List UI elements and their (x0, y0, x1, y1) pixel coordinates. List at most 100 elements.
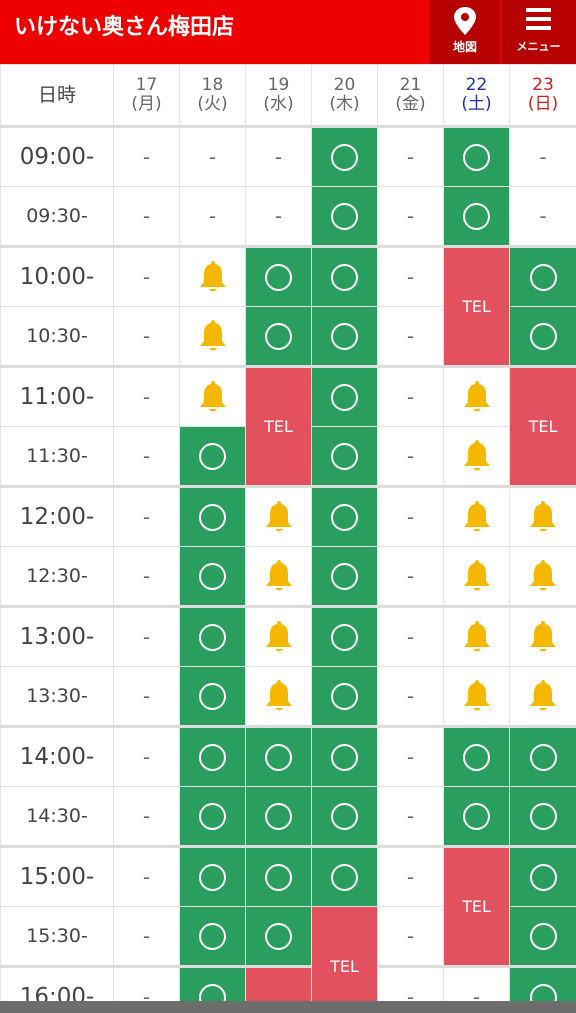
time-label: 09:30- (0, 186, 114, 247)
unavailable-dash: - (406, 385, 415, 409)
slot-available[interactable] (509, 306, 576, 367)
slot-available[interactable] (311, 786, 378, 847)
unavailable-dash: - (274, 145, 283, 169)
unavailable-dash: - (142, 324, 151, 348)
map-button[interactable]: 地図 (430, 0, 500, 64)
slot-unavailable: - (113, 125, 180, 187)
day-weekday: (土) (461, 94, 492, 114)
slot-available[interactable] (443, 786, 510, 847)
slot-available[interactable] (311, 186, 378, 247)
slot-available[interactable] (179, 965, 246, 1001)
slot-available[interactable] (311, 306, 378, 367)
bell-icon (265, 680, 292, 711)
slot-unavailable: - (113, 725, 180, 787)
slot-unavailable: - (377, 786, 444, 847)
slot-available[interactable] (311, 365, 378, 427)
slot-available[interactable] (245, 906, 312, 967)
slot-inquire[interactable] (443, 666, 510, 727)
available-circle-icon (463, 802, 490, 830)
slot-tel[interactable]: TEL (311, 906, 378, 1001)
time-label: 15:00- (0, 845, 114, 907)
slot-available[interactable] (509, 845, 576, 907)
slot-available[interactable] (311, 245, 378, 307)
unavailable-dash: - (208, 145, 217, 169)
slot-inquire[interactable] (509, 666, 576, 727)
slot-unavailable: - (377, 605, 444, 667)
slot-available[interactable] (311, 485, 378, 547)
slot-available[interactable] (311, 426, 378, 487)
slot-tel[interactable]: TEL (443, 245, 510, 367)
slot-available[interactable] (245, 306, 312, 367)
slot-available[interactable] (443, 125, 510, 187)
slot-available[interactable] (179, 426, 246, 487)
time-label: 12:30- (0, 546, 114, 607)
slot-unavailable: - (509, 125, 576, 187)
slot-inquire[interactable] (179, 306, 246, 367)
available-circle-icon (199, 623, 226, 651)
slot-available[interactable] (245, 845, 312, 907)
day-weekday: (水) (263, 94, 294, 114)
slot-available[interactable] (179, 666, 246, 727)
slot-available[interactable] (311, 605, 378, 667)
slot-available[interactable] (179, 485, 246, 547)
slot-inquire[interactable] (443, 485, 510, 547)
slot-available[interactable] (179, 786, 246, 847)
slot-available[interactable] (443, 186, 510, 247)
bell-icon (463, 680, 490, 711)
slot-available[interactable] (245, 245, 312, 307)
slot-tel[interactable] (245, 965, 312, 1001)
slot-available[interactable] (179, 546, 246, 607)
slot-inquire[interactable] (509, 605, 576, 667)
slot-available[interactable] (311, 725, 378, 787)
available-circle-icon (463, 743, 490, 771)
time-label: 12:00- (0, 485, 114, 547)
slot-inquire[interactable] (509, 485, 576, 547)
slot-inquire[interactable] (443, 546, 510, 607)
available-circle-icon (463, 202, 490, 230)
slot-available[interactable] (311, 845, 378, 907)
slot-available[interactable] (509, 906, 576, 967)
slot-inquire[interactable] (443, 426, 510, 487)
slot-inquire[interactable] (443, 365, 510, 427)
bell-icon (530, 680, 556, 711)
slot-available[interactable] (245, 725, 312, 787)
bell-icon (265, 501, 292, 532)
slot-tel[interactable]: TEL (443, 845, 510, 967)
slot-available[interactable] (311, 125, 378, 187)
time-label: 16:00- (0, 965, 114, 1001)
slot-unavailable: - (245, 186, 312, 247)
slot-tel[interactable]: TEL (509, 365, 576, 487)
time-row: 13:30- - - (0, 666, 576, 727)
slot-tel[interactable]: TEL (245, 365, 312, 487)
slot-unavailable: - (113, 306, 180, 367)
slot-available[interactable] (509, 786, 576, 847)
slot-available[interactable] (509, 965, 576, 1001)
slot-available[interactable] (179, 725, 246, 787)
shop-title[interactable]: いけない奥さん梅田店 (14, 0, 234, 64)
slot-unavailable: - (377, 245, 444, 307)
slot-available[interactable] (443, 725, 510, 787)
slot-inquire[interactable] (179, 365, 246, 427)
available-circle-icon (265, 743, 292, 771)
slot-inquire[interactable] (245, 605, 312, 667)
slot-available[interactable] (509, 245, 576, 307)
menu-button[interactable]: メニュー (501, 0, 576, 64)
slot-available[interactable] (245, 786, 312, 847)
available-circle-icon (529, 743, 557, 771)
slot-available[interactable] (179, 605, 246, 667)
slot-available[interactable] (311, 666, 378, 727)
slot-inquire[interactable] (509, 546, 576, 607)
slot-unavailable: - (179, 186, 246, 247)
day-header: 19 (水) (245, 64, 312, 127)
slot-available[interactable] (311, 546, 378, 607)
slot-inquire[interactable] (179, 245, 246, 307)
slot-unavailable: - (113, 186, 180, 247)
bell-icon (463, 381, 490, 412)
slot-available[interactable] (179, 906, 246, 967)
slot-inquire[interactable] (245, 666, 312, 727)
slot-inquire[interactable] (245, 546, 312, 607)
slot-inquire[interactable] (443, 605, 510, 667)
slot-available[interactable] (509, 725, 576, 787)
slot-inquire[interactable] (245, 485, 312, 547)
slot-available[interactable] (179, 845, 246, 907)
